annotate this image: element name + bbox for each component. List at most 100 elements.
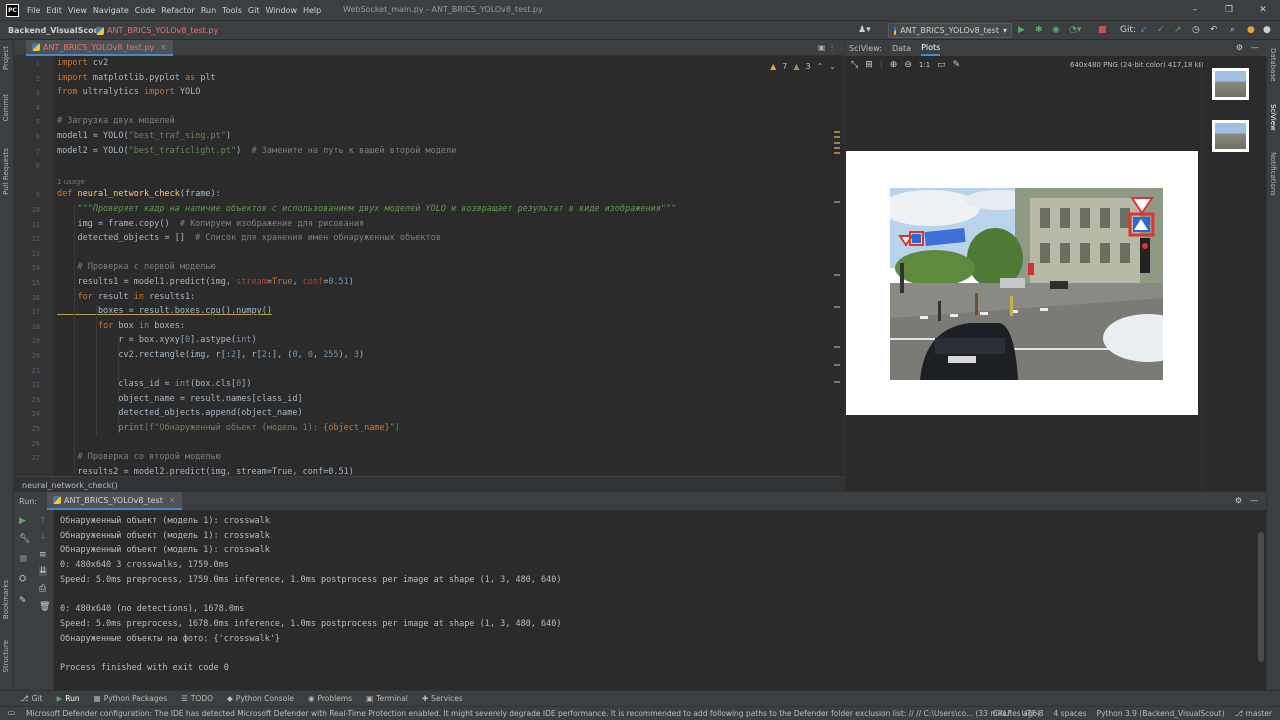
fit-icon[interactable]: ⤡	[851, 60, 858, 70]
sciview-tool-tab[interactable]: SciView	[1269, 104, 1277, 131]
code-editor[interactable]: ▲ 7 ▲ 3 ⌃ ⌄ import cv2 import matplotlib.py…	[54, 56, 844, 476]
close-window-button[interactable]: ✕	[1246, 0, 1280, 20]
debug-icon[interactable]: ✱	[1035, 25, 1043, 35]
tool-tab-terminal[interactable]: ▣ Terminal	[366, 694, 408, 703]
hide-run-panel-icon[interactable]: —	[1250, 496, 1258, 505]
console-output[interactable]: Обнаруженный объект (модель 1): crosswal…	[60, 516, 562, 678]
project-tool-tab[interactable]: Project	[2, 46, 10, 70]
run-settings-icon[interactable]: ⚙	[1235, 496, 1242, 505]
menu-tools[interactable]: Tools	[222, 6, 242, 15]
run-tab[interactable]: ANT_BRICS_YOLOv8_test ✕	[47, 492, 182, 510]
tool-tab-git[interactable]: ⎇ Git	[20, 694, 43, 703]
profile-icon[interactable]: ◔▾	[1069, 25, 1081, 35]
git-push-icon[interactable]: ↗	[1174, 25, 1182, 35]
tool-tab-services[interactable]: ✚ Services	[422, 694, 463, 703]
run-config-select[interactable]: ANT_BRICS_YOLOv8_test ▾	[888, 23, 1012, 38]
tab-data[interactable]: Data	[892, 44, 911, 53]
background-icon[interactable]: ▭	[937, 60, 946, 70]
line-number: 3	[35, 89, 40, 98]
dump-threads-icon[interactable]: ⛭	[19, 574, 26, 584]
run-panel-header: Run: ANT_BRICS_YOLOv8_test ✕ ⚙ —	[14, 492, 1266, 510]
tool-tab-python-packages[interactable]: ▦ Python Packages	[94, 694, 167, 703]
rerun-icon[interactable]: ▶	[19, 516, 26, 526]
menu-help[interactable]: Help	[303, 6, 321, 15]
menu-view[interactable]: View	[68, 6, 87, 15]
indent-widget[interactable]: 4 spaces	[1054, 709, 1087, 718]
color-picker-icon[interactable]: ✎	[953, 60, 961, 70]
tool-tab-run[interactable]: ▶ Run	[57, 694, 80, 703]
coverage-icon[interactable]: ◉	[1052, 25, 1060, 35]
console-scrollbar[interactable]	[1258, 532, 1264, 662]
tab-plots[interactable]: Plots	[921, 40, 941, 56]
inspection-widget[interactable]: ▲ 7 ▲ 3 ⌃ ⌄	[770, 62, 836, 71]
status-message[interactable]: Microsoft Defender configuration: The ID…	[26, 709, 1040, 718]
down-icon[interactable]: ↓	[39, 532, 47, 542]
code-line: # Проверка с первой моделью	[57, 262, 216, 273]
structure-tool-tab[interactable]: Structure	[2, 640, 10, 673]
branch-widget[interactable]: ⎇ master	[1235, 709, 1273, 718]
bookmarks-tool-tab[interactable]: Bookmarks	[2, 580, 10, 619]
tool-tab-problems[interactable]: ◉ Problems	[308, 694, 352, 703]
database-tool-tab[interactable]: Database	[1269, 48, 1277, 81]
close-tab-icon[interactable]: ✕	[160, 43, 167, 52]
user-icon[interactable]: ♟▾	[858, 25, 871, 35]
maximize-button[interactable]: ❐	[1212, 0, 1246, 20]
gear-icon[interactable]: ⚙	[1236, 43, 1243, 52]
git-commit-icon[interactable]: ✓	[1157, 25, 1165, 35]
zoom-in-icon[interactable]: ⊕	[890, 60, 898, 70]
scroll-to-end-icon[interactable]: ⇊	[39, 566, 47, 576]
menu-code[interactable]: Code	[135, 6, 155, 15]
hide-panel-icon[interactable]: —	[1251, 43, 1259, 52]
menu-refactor[interactable]: Refactor	[161, 6, 195, 15]
tab-menu-icon[interactable]: ▣ ⋮	[818, 43, 836, 52]
editor-tab[interactable]: ANT_BRICS_YOLOv8_test.py ✕	[26, 40, 173, 56]
tool-tab-python-console[interactable]: ◆ Python Console	[227, 694, 294, 703]
tool-tab-todo[interactable]: ☰ TODO	[181, 694, 213, 703]
rollback-icon[interactable]: ↶	[1210, 25, 1218, 35]
up-icon[interactable]: ↑	[39, 516, 47, 526]
stop-icon[interactable]: ■	[1098, 25, 1107, 35]
menu-navigate[interactable]: Navigate	[93, 6, 129, 15]
zoom-out-icon[interactable]: ⊖	[904, 60, 912, 70]
code-breadcrumb[interactable]: neural_network_check()	[14, 476, 844, 491]
search-icon[interactable]: ⌕	[1230, 25, 1235, 35]
git-update-icon[interactable]: ↙	[1140, 25, 1148, 35]
plot-thumbnail[interactable]	[1212, 120, 1249, 152]
menu-edit[interactable]: Edit	[46, 6, 62, 15]
soft-wrap-icon[interactable]: ≡	[39, 550, 47, 560]
commit-tool-tab[interactable]: Commit	[2, 94, 10, 122]
notifications-tool-tab[interactable]: Notifications	[1269, 152, 1277, 196]
close-run-tab-icon[interactable]: ✕	[169, 496, 176, 505]
update-icon[interactable]: ●	[1247, 25, 1255, 35]
event-log-icon[interactable]: ▭	[8, 708, 15, 717]
encoding-widget[interactable]: UTF-8	[1022, 709, 1044, 718]
project-breadcrumb[interactable]: Backend_VisualScout	[8, 26, 103, 35]
code-token: # Копируем изображение для рисования	[179, 218, 365, 229]
wrench-icon[interactable]: 🔧︎	[19, 534, 30, 544]
settings-icon[interactable]: ●	[1263, 25, 1271, 35]
pull-requests-tool-tab[interactable]: Pull Requests	[2, 148, 10, 195]
run-icon[interactable]: ▶	[1018, 25, 1025, 35]
menu-window[interactable]: Window	[265, 6, 297, 15]
minimize-button[interactable]: –	[1178, 0, 1212, 20]
menu-run[interactable]: Run	[201, 6, 216, 15]
usage-hint[interactable]: 1 usage	[57, 178, 85, 186]
editor-tab-bar: ANT_BRICS_YOLOv8_test.py ✕ ▣ ⋮	[14, 40, 844, 56]
interpreter-widget[interactable]: Python 3.9 (Backend_VisualScout)	[1097, 709, 1225, 718]
menu-file[interactable]: File	[27, 6, 40, 15]
plot-thumbnail[interactable]	[1212, 68, 1249, 100]
error-stripe[interactable]	[834, 56, 842, 476]
history-icon[interactable]: ◷	[1192, 25, 1200, 35]
stop-run-icon[interactable]: ■	[19, 554, 28, 564]
grid-icon[interactable]: ⊞	[865, 60, 873, 70]
plot-canvas[interactable]	[846, 151, 1198, 415]
menu-git[interactable]: Git	[248, 6, 260, 15]
line-number: 2	[35, 74, 40, 83]
print-icon[interactable]: ⎙	[39, 584, 46, 594]
file-breadcrumb[interactable]: ANT_BRICS_YOLOv8_test.py	[96, 26, 218, 35]
prev-highlight-icon[interactable]: ⌃	[817, 62, 824, 71]
trash-icon[interactable]: 🗑︎	[39, 602, 50, 612]
actual-size-button[interactable]: 1:1	[919, 61, 930, 69]
line-separator-widget[interactable]: CRLF	[993, 709, 1012, 718]
pin-icon[interactable]: ✎	[19, 596, 27, 606]
